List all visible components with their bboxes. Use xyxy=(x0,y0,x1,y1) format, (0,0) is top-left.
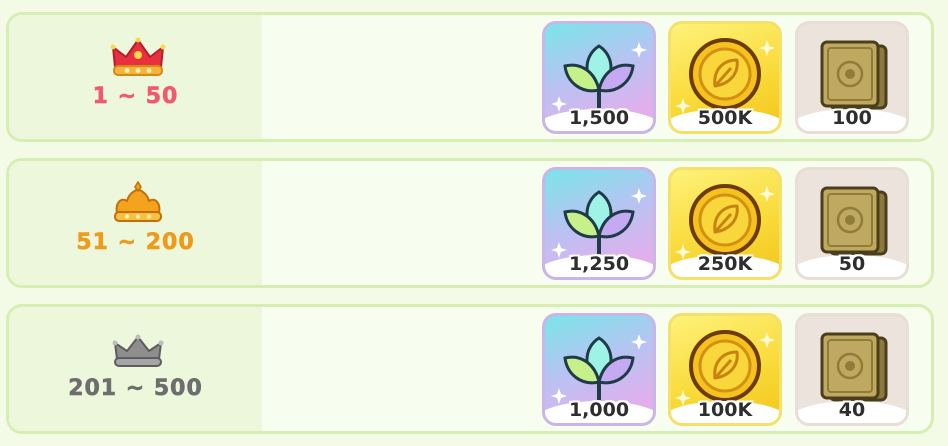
ticket-reward-tile[interactable]: 50 xyxy=(795,167,909,280)
crystal-amount: 1,000 xyxy=(568,399,630,421)
crystal-reward-tile[interactable]: 1,250 xyxy=(542,167,656,280)
coin-amount: 100K xyxy=(697,399,753,421)
ticket-reward-tile[interactable]: 40 xyxy=(795,313,909,426)
rank-panel: 201 ~ 500 xyxy=(9,307,262,431)
gold-crown-icon xyxy=(114,181,162,222)
coin-reward-tile[interactable]: 500K xyxy=(668,21,782,134)
ticket-amount: 40 xyxy=(838,399,866,421)
coin-amount: 250K xyxy=(697,253,753,275)
ticket-amount: 50 xyxy=(838,253,866,275)
coin-amount: 500K xyxy=(697,107,753,129)
reward-row: 51 ~ 200 1,250 250K 50 xyxy=(6,158,934,288)
rank-panel: 1 ~ 50 xyxy=(9,15,262,139)
crystal-amount: 1,250 xyxy=(568,253,630,275)
rank-panel: 51 ~ 200 xyxy=(9,161,262,285)
crystal-reward-tile[interactable]: 1,000 xyxy=(542,313,656,426)
rank-range: 201 ~ 500 xyxy=(68,376,203,402)
rank-range: 51 ~ 200 xyxy=(76,230,195,256)
crystal-amount: 1,500 xyxy=(568,107,630,129)
reward-row: 1 ~ 50 1,500 500K 100 xyxy=(6,12,934,142)
coin-reward-tile[interactable]: 100K xyxy=(668,313,782,426)
coin-reward-tile[interactable]: 250K xyxy=(668,167,782,280)
reward-list: 1 ~ 50 1,500 500K 100 51 ~ 200 1,250 250… xyxy=(0,0,948,446)
silver-crown-icon xyxy=(112,334,164,367)
crystal-reward-tile[interactable]: 1,500 xyxy=(542,21,656,134)
reward-row: 201 ~ 500 1,000 100K 40 xyxy=(6,304,934,434)
ticket-amount: 100 xyxy=(832,107,872,129)
red-crown-icon xyxy=(110,37,166,76)
rank-range: 1 ~ 50 xyxy=(92,84,179,110)
ticket-reward-tile[interactable]: 100 xyxy=(795,21,909,134)
